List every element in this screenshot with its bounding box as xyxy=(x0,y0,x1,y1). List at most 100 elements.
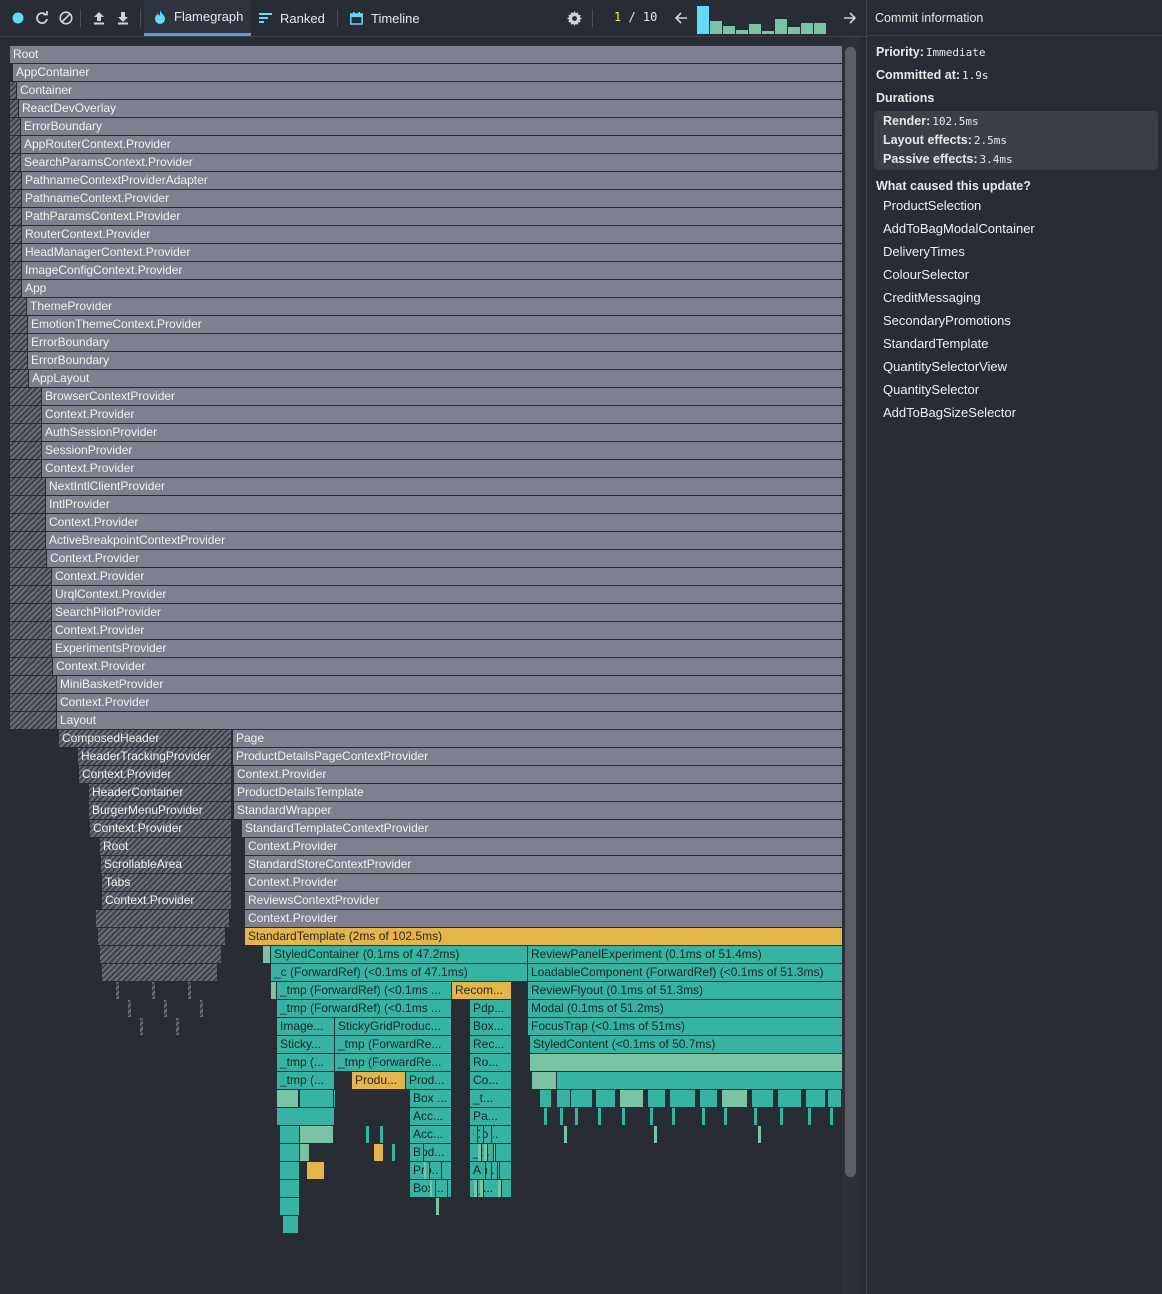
tab-ranked[interactable]: Ranked xyxy=(259,0,325,36)
flamegraph-node[interactable]: AppRouterContext.Provider xyxy=(21,136,843,153)
flamegraph-node[interactable] xyxy=(374,1144,384,1161)
flamegraph-node[interactable]: HeaderTrackingProvider xyxy=(78,748,232,765)
flamegraph-node[interactable]: Container xyxy=(17,82,843,99)
flamegraph-node[interactable] xyxy=(532,1072,557,1089)
flamegraph-node[interactable]: _tmp (ForwardRe... xyxy=(335,1054,452,1071)
flamegraph-node[interactable]: ErrorBoundary xyxy=(21,118,843,135)
flamegraph-node[interactable] xyxy=(480,1126,484,1143)
flamegraph-node[interactable]: StickyGridProduc... xyxy=(335,1018,452,1035)
flamegraph-node[interactable]: NextIntlClientProvider xyxy=(46,478,843,495)
flamegraph-node[interactable] xyxy=(778,1090,802,1107)
flamegraph-node[interactable] xyxy=(482,1162,486,1179)
flamegraph-node[interactable]: Context.Provider xyxy=(42,460,843,477)
flamegraph-node[interactable]: Context.Provider xyxy=(57,694,843,711)
commit-selector-chart[interactable] xyxy=(696,4,830,34)
flamegraph-node[interactable]: ImageConfigContext.Provider xyxy=(22,262,843,279)
commit-bar[interactable] xyxy=(801,23,813,34)
flamegraph-node[interactable] xyxy=(432,1180,436,1197)
flamegraph-node[interactable]: Rec... xyxy=(470,1036,512,1053)
flamegraph-node[interactable] xyxy=(380,1126,384,1143)
flamegraph-node[interactable]: App xyxy=(22,280,843,297)
flamegraph-node[interactable] xyxy=(420,1144,424,1161)
flamegraph-node-standard-template[interactable]: StandardTemplate (2ms of 102.5ms) xyxy=(245,928,843,945)
update-cause-item[interactable]: AddToBagModalContainer xyxy=(883,221,1035,236)
flamegraph-node[interactable]: StandardWrapper xyxy=(234,802,843,819)
flamegraph-node[interactable]: ReviewPanelExperiment (0.1ms of 51.4ms) xyxy=(528,946,843,963)
flamegraph-node[interactable]: ReviewFlyout (0.1ms of 51.3ms) xyxy=(528,982,843,999)
flamegraph-node[interactable] xyxy=(724,1108,728,1125)
flamegraph-node[interactable]: PathParamsContext.Provider xyxy=(22,208,843,225)
flamegraph-node[interactable]: Image... xyxy=(277,1018,335,1035)
flamegraph-node[interactable] xyxy=(498,1180,502,1197)
flamegraph-node[interactable]: FocusTrap (<0.1ms of 51ms) xyxy=(528,1018,843,1035)
flamegraph-node[interactable] xyxy=(438,1162,442,1179)
flamegraph-node[interactable] xyxy=(263,946,271,963)
flamegraph-node[interactable] xyxy=(560,1108,564,1125)
flamegraph-node[interactable]: ReviewsContextProvider xyxy=(245,892,843,909)
update-cause-item[interactable]: CreditMessaging xyxy=(883,290,981,305)
flamegraph-node[interactable] xyxy=(557,1090,571,1107)
flamegraph-node[interactable] xyxy=(280,1144,300,1161)
flamegraph-node[interactable]: _tmp (ForwardRe... xyxy=(335,1036,452,1053)
flamegraph-node[interactable]: Context.Provider xyxy=(245,910,843,927)
flamegraph-node[interactable] xyxy=(672,1108,676,1125)
flamegraph-node[interactable]: Modal (0.1ms of 51.2ms) xyxy=(528,1000,843,1017)
flamegraph-node[interactable] xyxy=(648,1090,666,1107)
flamegraph-node[interactable] xyxy=(670,1090,696,1107)
tab-timeline[interactable]: Timeline xyxy=(350,0,420,36)
flamegraph-node[interactable]: Context.Provider xyxy=(79,766,232,783)
commit-bar[interactable] xyxy=(723,26,735,34)
flamegraph-node[interactable]: Root xyxy=(100,838,232,855)
flamegraph-node[interactable] xyxy=(488,1162,492,1179)
flamegraph-node[interactable]: UrqlContext.Provider xyxy=(52,586,843,603)
flamegraph-node[interactable]: _c (ForwardRef) (<0.1ms of 47.1ms) xyxy=(271,964,528,981)
flamegraph-node[interactable] xyxy=(828,1090,842,1107)
flamegraph-node[interactable] xyxy=(277,1108,335,1125)
update-cause-item[interactable]: AddToBagSizeSelector xyxy=(883,405,1016,420)
flamegraph-node[interactable]: EmotionThemeContext.Provider xyxy=(28,316,843,333)
flamegraph-node[interactable] xyxy=(474,1180,478,1197)
update-cause-item[interactable]: ColourSelector xyxy=(883,267,969,282)
clear-icon[interactable] xyxy=(57,9,75,27)
previous-commit-arrow-icon[interactable] xyxy=(672,9,690,27)
flamegraph-node[interactable]: Context.Provider xyxy=(102,892,232,909)
flamegraph-node[interactable] xyxy=(480,1180,484,1197)
flamegraph-node[interactable]: Produ... xyxy=(352,1072,406,1089)
flamegraph-node[interactable] xyxy=(564,1126,568,1143)
flamegraph-node[interactable] xyxy=(575,1108,579,1125)
flamegraph-node[interactable]: Co... xyxy=(470,1072,512,1089)
commit-bar[interactable] xyxy=(814,23,826,34)
flamegraph-node[interactable]: Acc... xyxy=(410,1108,452,1125)
flamegraph-node[interactable] xyxy=(540,1090,552,1107)
flamegraph-node[interactable]: Root xyxy=(10,46,843,63)
flamegraph-node[interactable]: Context.Provider xyxy=(234,766,843,783)
flamegraph-node[interactable] xyxy=(780,1108,784,1125)
flamegraph-node[interactable] xyxy=(758,1126,762,1143)
flamegraph-node[interactable] xyxy=(702,1108,706,1125)
flamegraph-node[interactable] xyxy=(478,1144,482,1161)
flamegraph-node[interactable]: Bod... xyxy=(410,1144,452,1161)
update-cause-item[interactable]: QuantitySelector xyxy=(883,382,979,397)
flamegraph-node[interactable] xyxy=(277,1090,299,1107)
flamegraph-node[interactable]: SearchParamsContext.Provider xyxy=(21,154,843,171)
flamegraph-node[interactable] xyxy=(830,1108,834,1125)
flamegraph-node[interactable]: IntlProvider xyxy=(46,496,843,513)
flamegraph-node[interactable] xyxy=(752,1090,774,1107)
flamegraph-node[interactable] xyxy=(392,1144,396,1161)
flamegraph-node[interactable] xyxy=(494,1162,498,1179)
flamegraph-node[interactable] xyxy=(300,1090,334,1107)
flamegraph-node[interactable]: ComposedHeader xyxy=(59,730,232,747)
flamegraph-node[interactable]: Context.Provider xyxy=(53,658,843,675)
flamegraph-node[interactable] xyxy=(444,1180,448,1197)
flamegraph-node[interactable] xyxy=(484,1144,488,1161)
update-cause-item[interactable]: StandardTemplate xyxy=(883,336,989,351)
flamegraph-node[interactable]: _t... xyxy=(470,1090,512,1107)
flamegraph-node[interactable]: Box ... xyxy=(410,1090,452,1107)
update-cause-item[interactable]: ProductSelection xyxy=(883,198,981,213)
flamegraph-node[interactable] xyxy=(280,1162,300,1179)
flamegraph-node[interactable]: ProductDetailsTemplate xyxy=(234,784,843,801)
flamegraph-node[interactable] xyxy=(808,1108,812,1125)
flamegraph-node[interactable] xyxy=(530,1054,843,1071)
flamegraph-node[interactable] xyxy=(557,1072,843,1089)
flamegraph-node[interactable]: PathnameContextProviderAdapter xyxy=(22,172,843,189)
